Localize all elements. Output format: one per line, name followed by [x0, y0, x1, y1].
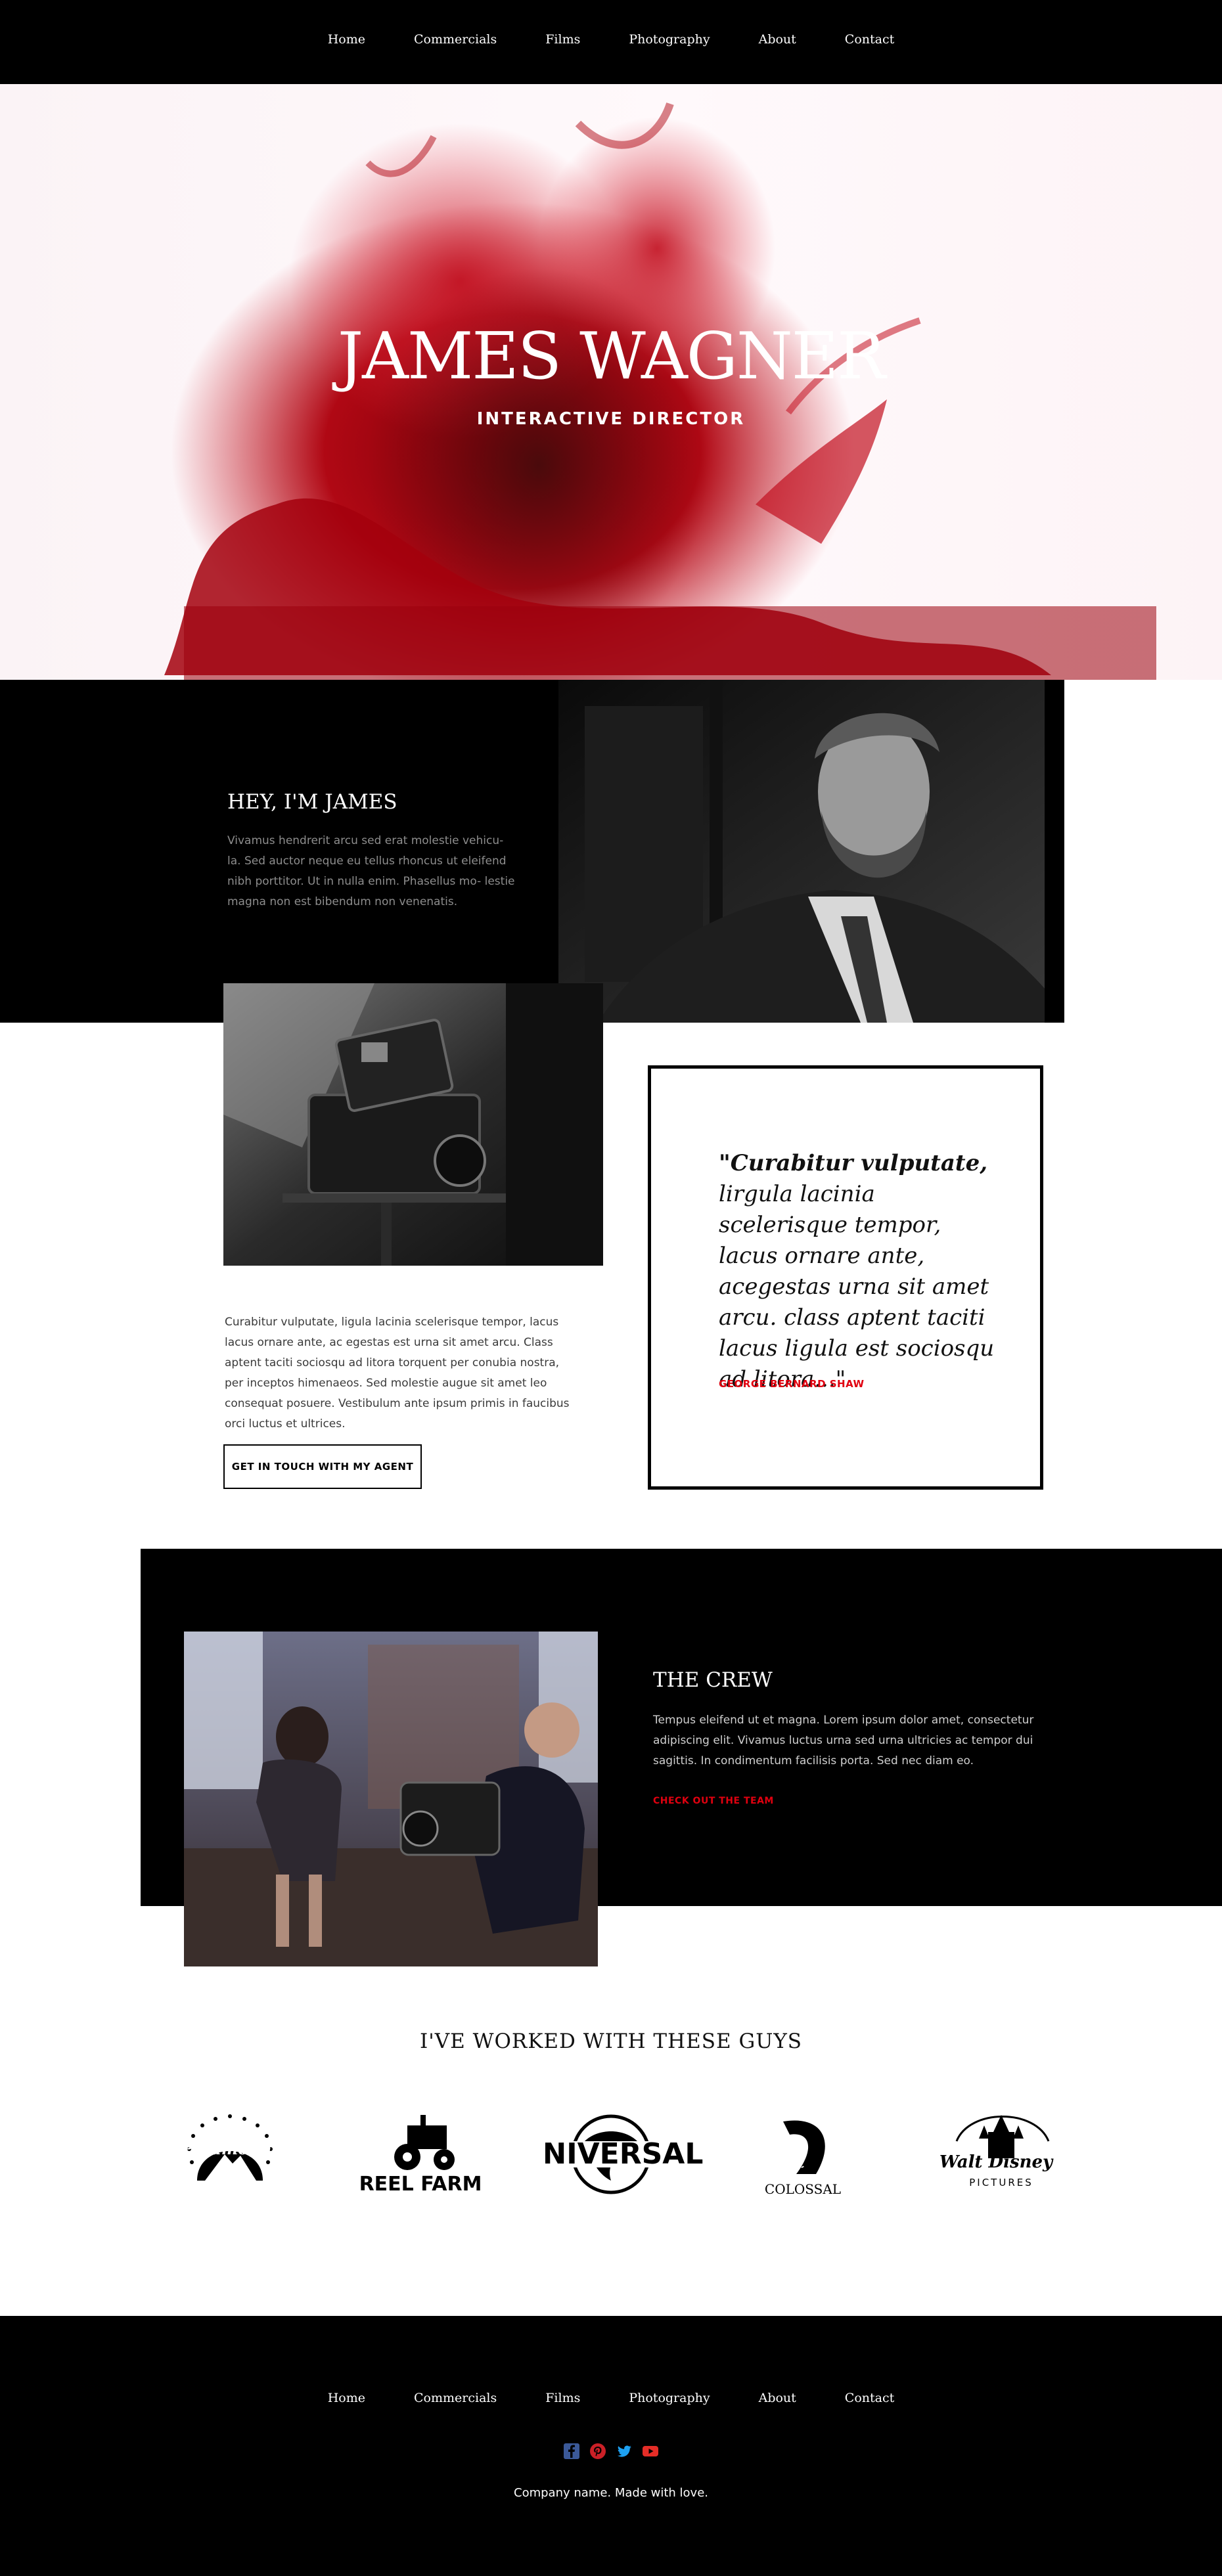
nav-link-photography[interactable]: Photography [629, 32, 710, 47]
bearded-man-portrait-image [558, 680, 1045, 1023]
nav-item-commercials[interactable]: Commercials [414, 32, 497, 47]
nav-item-contact[interactable]: Contact [845, 32, 894, 47]
twitter-icon[interactable] [615, 2442, 633, 2460]
footer-nav-link-about[interactable]: About [759, 2391, 796, 2405]
footer-nav-item-photography[interactable]: Photography [629, 2391, 710, 2405]
footer-nav-item-contact[interactable]: Contact [845, 2391, 894, 2405]
hero-subtitle: INTERACTIVE DIRECTOR [476, 409, 746, 429]
nav-item-about[interactable]: About [759, 32, 796, 47]
pinterest-icon[interactable] [589, 2442, 607, 2460]
nav-link-about[interactable]: About [759, 32, 796, 47]
facebook-icon[interactable] [562, 2442, 581, 2460]
footer-nav-item-about[interactable]: About [759, 2391, 796, 2405]
nav-item-films[interactable]: Films [545, 32, 580, 47]
social-links [0, 2442, 1222, 2460]
nav-link-home[interactable]: Home [328, 32, 365, 47]
hero-section: JAMES WAGNER INTERACTIVE DIRECTOR [0, 84, 1222, 680]
hero-title: JAMES WAGNER [337, 319, 886, 394]
footer-nav-menu: Home Commercials Films Photography About… [0, 2391, 1222, 2405]
crew-text: Tempus eleifend ut et magna. Lorem ipsum… [653, 1714, 1034, 1767]
colossal-logo-text: COLOSSAL [765, 2181, 841, 2197]
quote-body: lirgula lacinia scelerisque tempor, lacu… [719, 1181, 995, 1392]
team-link[interactable]: CHECK OUT THE TEAM [653, 1796, 774, 1806]
walt-disney-logo: Walt Disney PICTURES [930, 2102, 1062, 2200]
footer-nav-link-films[interactable]: Films [545, 2391, 580, 2405]
quote-text: "Curabitur vulputate, lirgula lacinia sc… [719, 1148, 995, 1395]
about-title: HEY, I'M JAMES [227, 790, 397, 814]
universal-logo: UNIVERSAL [545, 2102, 703, 2200]
copyright-text: Company name. Made with love. [514, 2486, 708, 2500]
footer-nav-item-commercials[interactable]: Commercials [414, 2391, 497, 2405]
universal-logo-text: UNIVERSAL [545, 2137, 703, 2171]
footer-nav-item-films[interactable]: Films [545, 2391, 580, 2405]
quote-author: GEORGE BERNARD SHAW [719, 1378, 865, 1390]
nav-link-contact[interactable]: Contact [845, 32, 894, 47]
paramount-logo-text: Paramount [181, 2139, 279, 2158]
partners-title: I'VE WORKED WITH THESE GUYS [419, 2030, 803, 2053]
quote-lead: "Curabitur vulputate, [719, 1150, 988, 1176]
nav-item-home[interactable]: Home [328, 32, 365, 47]
film-camera-image [223, 983, 603, 1266]
nav-item-photography[interactable]: Photography [629, 32, 710, 47]
contact-agent-button[interactable]: GET IN TOUCH WITH MY AGENT [223, 1444, 422, 1489]
nav-link-commercials[interactable]: Commercials [414, 32, 497, 47]
about-text: Vivamus hendrerit arcu sed erat molestie… [227, 834, 515, 908]
reel-farm-logo-text: REEL FARM [359, 2173, 482, 2196]
footer-nav-link-home[interactable]: Home [328, 2391, 365, 2405]
film-crew-image [184, 1632, 598, 1966]
walt-disney-logo-subtext: PICTURES [969, 2177, 1033, 2188]
reel-farm-logo: REEL FARM [355, 2102, 486, 2200]
nav-menu: Home Commercials Films Photography About… [0, 32, 1222, 47]
intro-text: Curabitur vulputate, ligula lacinia scel… [225, 1316, 570, 1431]
footer-nav-link-contact[interactable]: Contact [845, 2391, 894, 2405]
footer-nav-link-photography[interactable]: Photography [629, 2391, 710, 2405]
nav-link-films[interactable]: Films [545, 32, 580, 47]
colossal-logo: COLOSSAL [737, 2102, 869, 2200]
footer-nav-item-home[interactable]: Home [328, 2391, 365, 2405]
top-navigation: Home Commercials Films Photography About… [0, 0, 1222, 84]
paramount-logo: Paramount [164, 2102, 296, 2200]
walt-disney-logo-text: Walt Disney [939, 2152, 1054, 2172]
youtube-icon[interactable] [641, 2442, 660, 2460]
crew-title: THE CREW [653, 1668, 773, 1692]
footer-nav-link-commercials[interactable]: Commercials [414, 2391, 497, 2405]
